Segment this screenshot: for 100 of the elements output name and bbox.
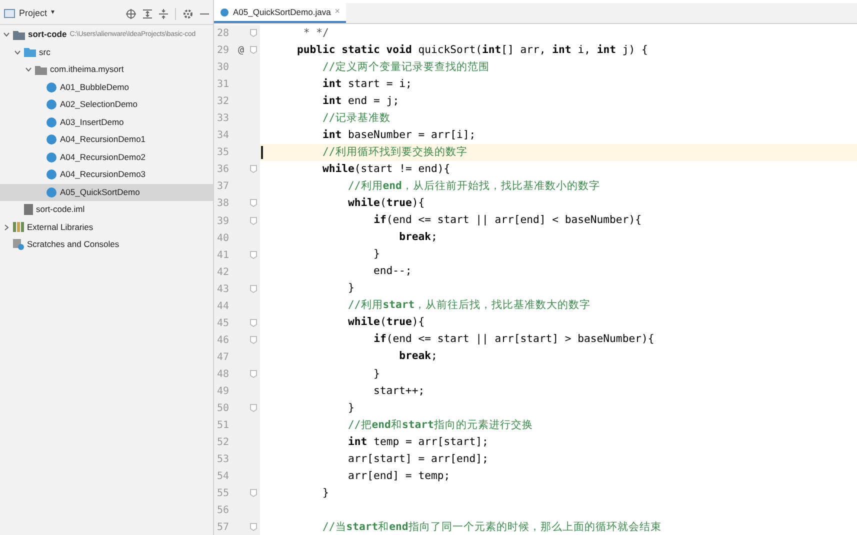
comment-line: //记录基准数: [322, 110, 390, 126]
collapse-all-icon[interactable]: [159, 8, 168, 18]
line-number: 48: [217, 368, 230, 382]
line-number: 31: [217, 78, 230, 92]
class-icon: [46, 169, 57, 180]
override-marker[interactable]: @: [238, 43, 244, 58]
fold-icon[interactable]: [250, 523, 257, 532]
tree-item[interactable]: External Libraries: [0, 218, 213, 236]
tree-item[interactable]: A04_RecursionDemo1: [0, 131, 213, 148]
line-number: 57: [217, 521, 230, 535]
tree-item[interactable]: com.itheima.mysort: [0, 61, 213, 78]
line-number: 49: [217, 385, 230, 399]
tree-item[interactable]: A05_QuickSortDemo: [0, 184, 213, 201]
line-number: 40: [217, 232, 230, 246]
line-number: 47: [217, 350, 230, 365]
settings-icon[interactable]: [183, 8, 193, 18]
chevron-down-icon[interactable]: [24, 66, 32, 74]
line-number: 29: [217, 44, 230, 58]
folder-icon: [13, 30, 25, 40]
folder-icon: [24, 47, 36, 58]
class-icon: [46, 99, 57, 110]
fold-icon[interactable]: [250, 336, 257, 344]
code-line: }: [372, 247, 380, 262]
line-number: 46: [217, 334, 230, 348]
target-icon[interactable]: [126, 8, 136, 18]
code-line: if(end <= start || arr[end] < baseNumber){: [372, 213, 642, 228]
code-line: int baseNumber = arr[i];: [322, 128, 476, 143]
comment-line: //利用end，从后往前开始找，找比基准数小的数字: [347, 179, 600, 194]
chevron-down-icon[interactable]: [2, 31, 10, 38]
panel-icon: [4, 9, 15, 18]
code-line: if(end <= start || arr[start] > baseNumber){: [372, 332, 654, 348]
fold-icon[interactable]: [250, 370, 257, 378]
comment-line: //当start和end指向了同一个元素的时候，那么上面的循环就会结束: [322, 520, 662, 535]
library-icon: [13, 222, 24, 232]
code-line: while(true){: [347, 315, 425, 330]
chevron-down-icon[interactable]: [14, 48, 20, 56]
file-icon: [24, 204, 33, 216]
code-line: int end = j;: [322, 94, 400, 109]
fold-icon[interactable]: [250, 165, 257, 174]
class-icon: [220, 8, 229, 16]
comment-line: //利用start，从前往后找，找比基准数大的数字: [347, 298, 591, 314]
line-number: 55: [217, 487, 230, 502]
chevron-right-icon[interactable]: [2, 224, 10, 231]
folder-icon: [35, 64, 47, 75]
code-line: while(start != end){: [322, 162, 450, 177]
tree-item[interactable]: sort-code.iml: [0, 201, 213, 218]
expand-all-icon[interactable]: [143, 8, 152, 18]
class-icon: [46, 152, 57, 163]
class-icon: [46, 116, 57, 128]
fold-icon[interactable]: [250, 216, 257, 225]
fold-icon[interactable]: [250, 284, 257, 293]
line-number: 37: [217, 180, 230, 194]
fold-icon[interactable]: [250, 318, 257, 327]
line-number: 33: [217, 112, 230, 126]
code-line: arr[end] = temp;: [347, 468, 450, 484]
fold-icon[interactable]: [250, 489, 257, 498]
line-number: 28: [217, 27, 230, 42]
line-number: 54: [217, 470, 230, 484]
code-line: int start = i;: [322, 76, 412, 92]
tree-item[interactable]: A04_RecursionDemo2: [0, 148, 213, 166]
code-line: start++;: [372, 384, 425, 399]
code-line: end--;: [372, 264, 412, 280]
code-line: while(true){: [347, 196, 425, 212]
class-icon: [46, 186, 57, 198]
comment-line: //定义两个变量记录要查找的范围: [322, 60, 490, 75]
fold-icon[interactable]: [250, 199, 257, 208]
line-number: 42: [217, 266, 230, 280]
fold-icon[interactable]: [250, 404, 257, 412]
tree-item[interactable]: A03_InsertDemo: [0, 114, 213, 131]
fold-icon[interactable]: [250, 29, 257, 37]
tree-item[interactable]: A01_BubbleDemo: [0, 78, 213, 96]
fold-icon[interactable]: [250, 250, 257, 259]
line-number: 35: [217, 146, 230, 160]
line-number: 44: [217, 300, 230, 314]
code-line: public static void quickSort(int[] arr, int i, int j) {: [296, 42, 648, 58]
comment-line: //利用循环找到要交换的数字: [322, 144, 468, 160]
code-line: }: [347, 400, 354, 416]
code-line: int temp = arr[start];: [347, 434, 488, 450]
tree-item[interactable]: A04_RecursionDemo3: [0, 166, 213, 184]
line-number: 56: [217, 504, 230, 518]
class-icon: [46, 134, 57, 146]
line-number: 50: [217, 402, 230, 416]
line-number: 32: [217, 95, 230, 110]
comment-line: * */: [302, 26, 329, 41]
fold-icon[interactable]: [250, 46, 257, 54]
line-number: 45: [217, 316, 230, 331]
tree-item[interactable]: Scratches and Consoles: [0, 236, 213, 254]
line-number: 34: [217, 129, 230, 144]
code-line: arr[start] = arr[end];: [347, 452, 488, 467]
tree-item[interactable]: src: [0, 44, 213, 61]
code-line: }: [322, 486, 329, 501]
code-line: }: [372, 366, 380, 382]
line-number: 30: [217, 61, 230, 76]
class-icon: [46, 82, 57, 93]
line-number: 39: [217, 214, 230, 229]
editor-tab[interactable]: A05_QuickSortDemo.java ×: [214, 3, 346, 23]
line-number: 53: [217, 453, 230, 468]
tree-item[interactable]: A02_SelectionDemo: [0, 96, 213, 114]
line-number: 43: [217, 282, 230, 297]
line-number: 41: [217, 248, 230, 263]
